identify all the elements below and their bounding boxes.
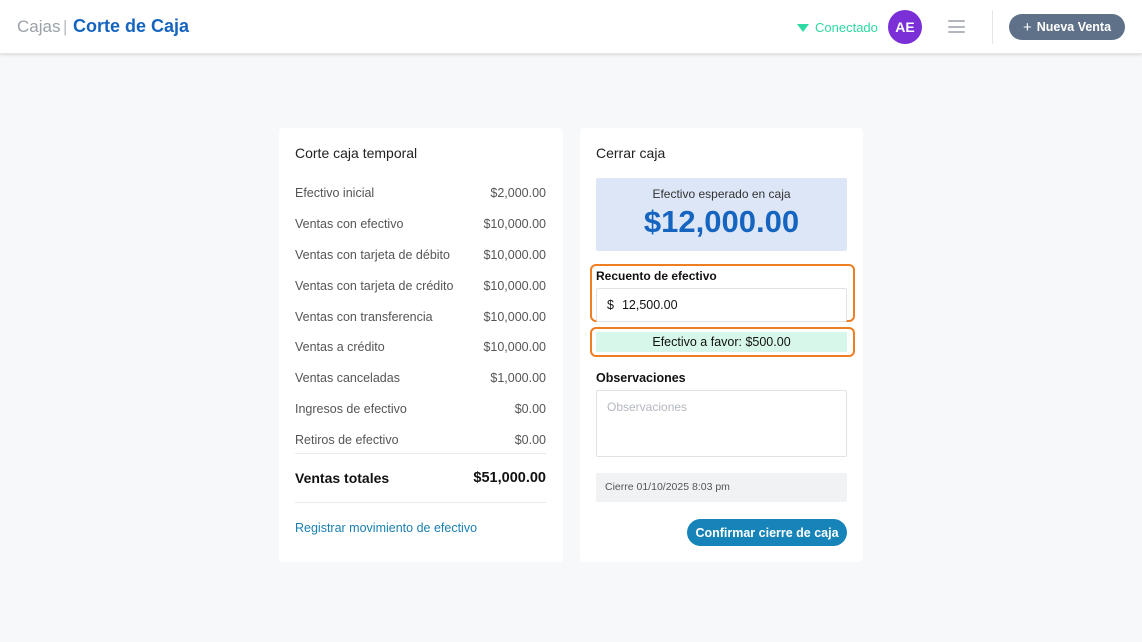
breadcrumb-separator: |	[63, 17, 68, 36]
summary-row: Retiros de efectivo $0.00	[295, 424, 546, 455]
summary-row-value: $0.00	[514, 401, 546, 416]
summary-row: Efectivo inicial $2,000.00	[295, 178, 546, 209]
total-sales-label: Ventas totales	[295, 470, 390, 486]
observations-label: Observaciones	[596, 371, 686, 385]
expected-cash-label: Efectivo esperado en caja	[652, 187, 791, 201]
cash-in-favor-badge: Efectivo a favor: $500.00	[596, 332, 847, 352]
summary-row: Ventas a crédito $10,000.00	[295, 332, 546, 363]
cash-count-value: 12,500.00	[621, 298, 678, 312]
total-sales-row: Ventas totales $51,000.00	[295, 470, 546, 486]
summary-row: Ventas con tarjeta de débito $10,000.00	[295, 240, 546, 271]
summary-row-value: $10,000.00	[483, 309, 546, 324]
header-divider	[992, 10, 993, 44]
breadcrumb-parent[interactable]: Cajas	[17, 17, 60, 37]
currency-symbol: $	[607, 298, 614, 312]
summary-row-value: $10,000.00	[483, 217, 546, 232]
cash-count-input[interactable]: $ 12,500.00	[596, 288, 847, 322]
confirm-close-button[interactable]: Confirmar cierre de caja	[687, 519, 847, 546]
summary-list: Efectivo inicial $2,000.00 Ventas con ef…	[295, 178, 546, 455]
expected-cash-amount: $12,000.00	[643, 204, 800, 239]
new-sale-label: Nueva Venta	[1036, 20, 1112, 34]
summary-row-label: Efectivo inicial	[295, 186, 375, 201]
summary-row-label: Ventas con transferencia	[295, 309, 433, 324]
summary-row: Ingresos de efectivo $0.00	[295, 394, 546, 425]
cash-count-label: Recuento de efectivo	[596, 269, 717, 283]
page-title: Corte de Caja	[73, 16, 190, 36]
summary-row-label: Ventas canceladas	[295, 371, 400, 386]
register-cash-movement-link[interactable]: Registrar movimiento de efectivo	[295, 521, 477, 535]
divider	[295, 502, 546, 503]
close-register-card: Cerrar caja Efectivo esperado en caja $1…	[580, 128, 863, 562]
connection-status-label: Conectado	[815, 20, 878, 35]
new-sale-button[interactable]: + Nueva Venta	[1009, 14, 1125, 40]
summary-row-value: $10,000.00	[483, 247, 546, 262]
summary-row-label: Ventas con tarjeta de crédito	[295, 278, 454, 293]
wifi-icon	[797, 24, 809, 32]
summary-row: Ventas con tarjeta de crédito $10,000.00	[295, 270, 546, 301]
total-sales-value: $51,000.00	[473, 470, 546, 486]
avatar[interactable]: AE	[888, 10, 922, 44]
observations-textarea[interactable]: Observaciones	[596, 390, 847, 457]
summary-row-label: Ventas a crédito	[295, 340, 385, 355]
summary-row: Ventas con transferencia $10,000.00	[295, 301, 546, 332]
summary-row-value: $10,000.00	[483, 278, 546, 293]
temporary-cut-card: Corte caja temporal Efectivo inicial $2,…	[279, 128, 563, 562]
summary-row-value: $0.00	[514, 432, 546, 447]
card-title: Cerrar caja	[596, 145, 666, 161]
summary-row: Ventas canceladas $1,000.00	[295, 363, 546, 394]
summary-row-label: Ventas con tarjeta de débito	[295, 247, 450, 262]
close-timestamp: Cierre 01/10/2025 8:03 pm	[596, 473, 847, 502]
top-bar: Cajas | Corte de Caja Conectado AE + Nue…	[0, 0, 1142, 54]
plus-icon: +	[1022, 18, 1032, 36]
summary-row-value: $1,000.00	[490, 371, 546, 386]
connection-status: Conectado	[797, 20, 878, 35]
hamburger-icon[interactable]	[948, 20, 965, 33]
divider	[295, 453, 546, 454]
expected-cash-box: Efectivo esperado en caja $12,000.00	[596, 178, 847, 251]
summary-row-label: Ingresos de efectivo	[295, 401, 407, 416]
summary-row-value: $10,000.00	[483, 340, 546, 355]
summary-row-value: $2,000.00	[490, 186, 546, 201]
summary-row-label: Retiros de efectivo	[295, 432, 399, 447]
summary-row-label: Ventas con efectivo	[295, 217, 404, 232]
summary-row: Ventas con efectivo $10,000.00	[295, 209, 546, 240]
card-title: Corte caja temporal	[295, 145, 418, 161]
